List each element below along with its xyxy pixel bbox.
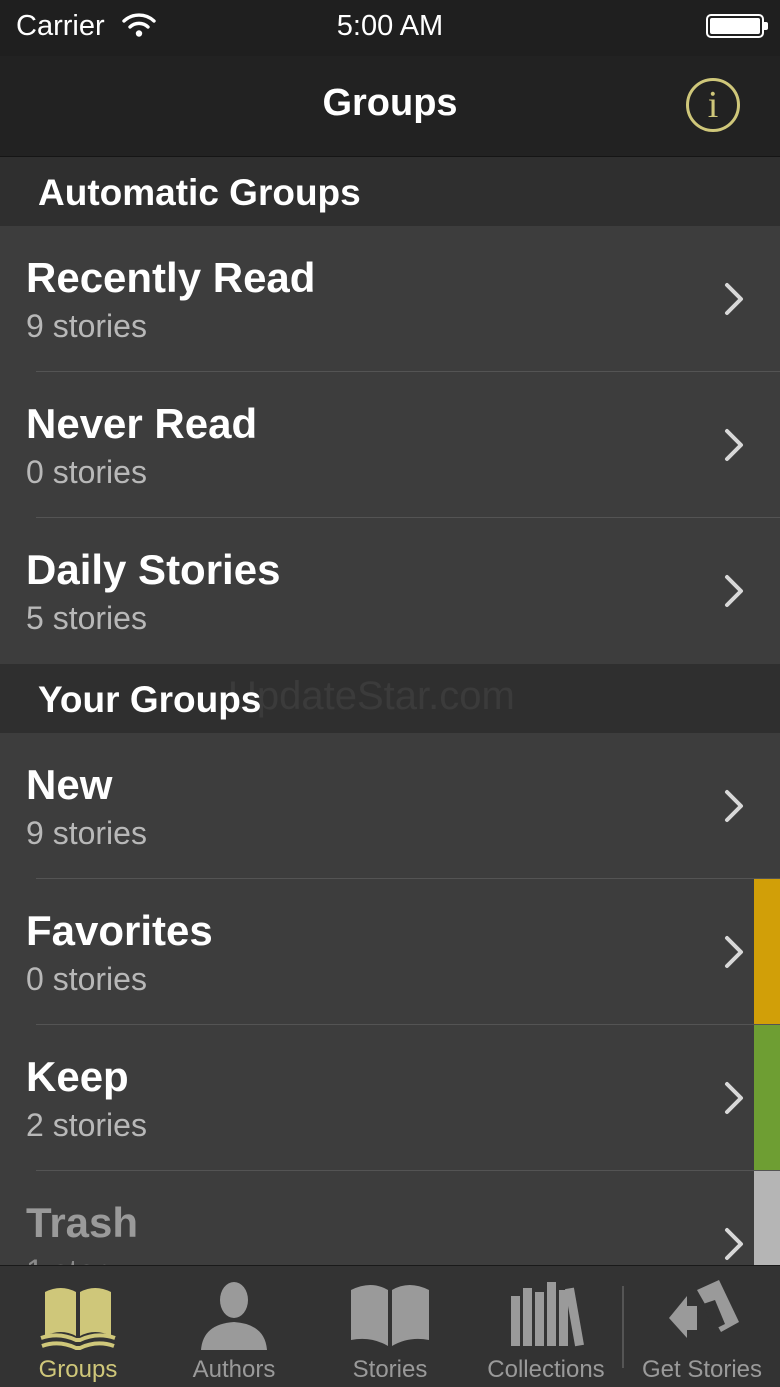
tab-label: Collections [487,1356,605,1383]
chevron-right-icon [725,283,743,315]
story-count: 0 stories [26,454,147,490]
group-title: Keep [26,1053,129,1100]
chevron-right-icon [725,1228,743,1260]
group-title: Trash [26,1199,139,1246]
group-row-never-read[interactable]: Never Read 0 stories [0,372,780,518]
transfer-icon [669,1280,739,1338]
story-count: 9 stories [26,308,147,344]
person-icon [201,1282,267,1350]
tab-label: Groups [38,1356,118,1383]
group-title: Favorites [26,907,213,954]
group-color-tag [754,879,780,1025]
group-row-daily-stories[interactable]: Daily Stories 5 stories [0,518,780,664]
page-title: Groups [322,82,458,124]
story-count: 0 stories [26,961,147,997]
tab-authors[interactable]: Authors [156,1266,312,1387]
status-time: 5:00 AM [336,10,444,42]
story-count: 2 stories [26,1107,147,1143]
status-bar: Carrier 5:00 AM [0,0,780,56]
chevron-right-icon [725,790,743,822]
book-icon [351,1285,429,1346]
group-row-favorites[interactable]: Favorites 0 stories [0,879,780,1025]
battery-icon [706,14,768,38]
group-title: Recently Read [26,254,316,301]
chevron-right-icon [725,575,743,607]
group-title: Never Read [26,400,258,447]
chevron-right-icon [725,1082,743,1114]
tab-stories[interactable]: Stories [312,1266,468,1387]
chevron-right-icon [725,429,743,461]
tab-label: Authors [192,1356,276,1383]
navigation-bar: Groups i [0,56,780,157]
chevron-right-icon [725,936,743,968]
bookshelf-icon [511,1282,584,1347]
group-title: New [26,761,113,808]
story-count: 9 stories [26,815,147,851]
group-row-new[interactable]: New 9 stories [0,733,780,879]
tab-collections[interactable]: Collections [468,1266,624,1387]
tab-get-stories[interactable]: Get Stories [624,1266,780,1387]
group-color-tag [754,1025,780,1171]
section-header-automatic: Automatic Groups [0,157,780,226]
group-title: Daily Stories [26,546,281,593]
group-row-trash[interactable]: Trash 1 story [0,1171,780,1265]
watermark-text: UpdateStar.com [228,674,515,718]
tab-groups[interactable]: Groups [0,1266,156,1387]
tab-label: Get Stories [641,1356,763,1383]
group-color-tag [754,1171,780,1265]
story-count: 1 story [26,1253,122,1265]
tab-label: Stories [352,1356,428,1383]
open-book-icon [40,1288,116,1350]
group-row-recently-read[interactable]: Recently Read 9 stories [0,226,780,372]
tab-bar: Groups Authors Stories Collections Get S… [0,1265,780,1387]
info-icon[interactable]: i [686,78,740,132]
group-row-keep[interactable]: Keep 2 stories [0,1025,780,1171]
story-count: 5 stories [26,600,147,636]
